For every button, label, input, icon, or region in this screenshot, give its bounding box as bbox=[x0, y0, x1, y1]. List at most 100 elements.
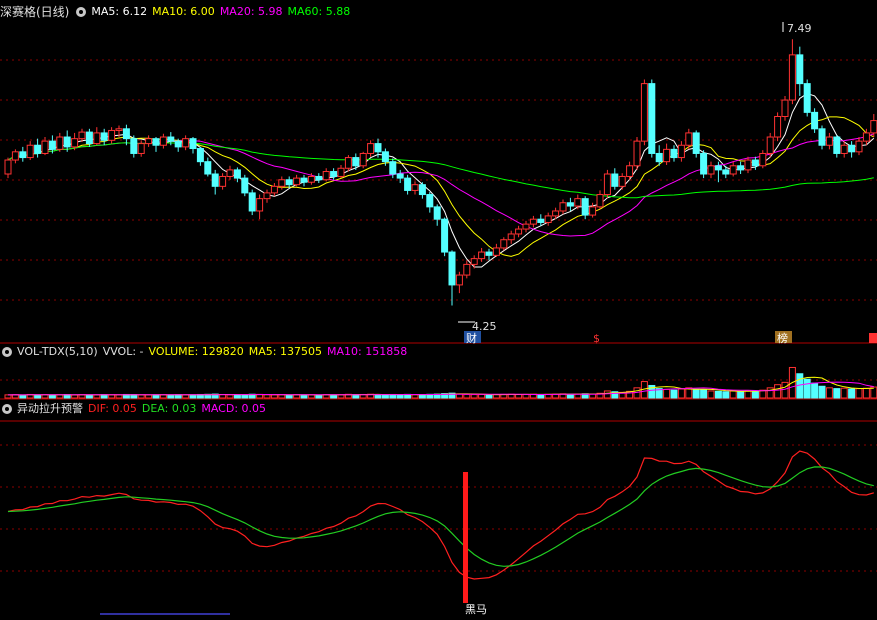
candle[interactable] bbox=[441, 218, 449, 253]
volume-bar[interactable] bbox=[85, 394, 93, 399]
volume-bar[interactable] bbox=[833, 388, 841, 399]
volume-bar[interactable] bbox=[537, 394, 545, 399]
candle[interactable] bbox=[596, 194, 604, 208]
volume-bar[interactable] bbox=[692, 388, 700, 399]
candle[interactable] bbox=[707, 165, 715, 175]
candle[interactable] bbox=[855, 140, 863, 153]
volume-bar[interactable] bbox=[670, 389, 678, 399]
candle[interactable] bbox=[626, 165, 634, 177]
candle[interactable] bbox=[818, 128, 826, 146]
candle[interactable] bbox=[633, 140, 641, 167]
dollar-marker[interactable]: $ bbox=[593, 332, 600, 345]
candle[interactable] bbox=[618, 175, 626, 187]
candle[interactable] bbox=[537, 218, 545, 223]
candle[interactable] bbox=[685, 132, 693, 146]
candle[interactable] bbox=[182, 138, 190, 148]
volume-bar[interactable] bbox=[381, 394, 389, 399]
candle[interactable] bbox=[781, 99, 789, 117]
candle[interactable] bbox=[404, 177, 412, 191]
volume-bar[interactable] bbox=[470, 394, 478, 399]
candle[interactable] bbox=[307, 175, 315, 183]
candle[interactable] bbox=[611, 173, 619, 187]
candle[interactable] bbox=[352, 157, 360, 167]
candle[interactable] bbox=[411, 184, 419, 191]
volume-bar[interactable] bbox=[115, 394, 123, 399]
volume-bar[interactable] bbox=[48, 394, 56, 399]
candle[interactable] bbox=[108, 129, 116, 141]
volume-bar[interactable] bbox=[478, 393, 486, 399]
volume-bar[interactable] bbox=[167, 394, 175, 399]
candle[interactable] bbox=[78, 131, 86, 140]
candle[interactable] bbox=[256, 198, 264, 212]
volume-bar[interactable] bbox=[566, 393, 574, 399]
candle[interactable] bbox=[811, 111, 819, 130]
candle[interactable] bbox=[862, 132, 870, 142]
candle[interactable] bbox=[174, 140, 182, 148]
volume-bar[interactable] bbox=[300, 394, 308, 399]
candle[interactable] bbox=[566, 202, 574, 207]
volume-bar[interactable] bbox=[781, 381, 789, 399]
candle[interactable] bbox=[714, 165, 722, 171]
volume-bar[interactable] bbox=[418, 394, 426, 399]
candle[interactable] bbox=[559, 202, 567, 212]
candle[interactable] bbox=[322, 171, 330, 181]
candle[interactable] bbox=[737, 165, 745, 171]
candle[interactable] bbox=[507, 233, 515, 241]
candle[interactable] bbox=[552, 210, 560, 217]
candle[interactable] bbox=[648, 83, 656, 154]
candle[interactable] bbox=[848, 144, 856, 153]
candle[interactable] bbox=[241, 177, 249, 194]
volume-bar[interactable] bbox=[93, 394, 101, 399]
candle[interactable] bbox=[11, 151, 19, 161]
candle[interactable] bbox=[589, 206, 597, 216]
candle[interactable] bbox=[381, 151, 389, 163]
candle[interactable] bbox=[825, 136, 833, 146]
candle[interactable] bbox=[56, 136, 64, 150]
volume-bar[interactable] bbox=[729, 390, 737, 399]
candle[interactable] bbox=[48, 140, 56, 150]
candle[interactable] bbox=[285, 179, 293, 186]
volume-bar[interactable] bbox=[270, 394, 278, 399]
candle[interactable] bbox=[167, 136, 175, 142]
candle[interactable] bbox=[211, 173, 219, 187]
volume-bar[interactable] bbox=[818, 385, 826, 399]
candle[interactable] bbox=[293, 177, 301, 186]
volume-bar[interactable] bbox=[855, 388, 863, 399]
candle[interactable] bbox=[574, 198, 582, 207]
candle[interactable] bbox=[41, 140, 49, 154]
volume-bars[interactable] bbox=[4, 366, 877, 399]
macd-settings-gear-icon[interactable] bbox=[2, 404, 12, 414]
volume-bar[interactable] bbox=[315, 394, 323, 399]
candle[interactable] bbox=[4, 159, 12, 175]
volume-bar[interactable] bbox=[34, 394, 42, 399]
candle[interactable] bbox=[455, 274, 463, 286]
candle[interactable] bbox=[692, 132, 700, 154]
candle[interactable] bbox=[196, 148, 204, 163]
candle[interactable] bbox=[840, 144, 848, 154]
volume-bar[interactable] bbox=[722, 391, 730, 399]
candle[interactable] bbox=[19, 151, 27, 159]
volume-bar[interactable] bbox=[515, 393, 523, 399]
candle[interactable] bbox=[374, 143, 382, 153]
candle[interactable] bbox=[137, 143, 145, 154]
volume-bar[interactable] bbox=[182, 394, 190, 399]
candle[interactable] bbox=[145, 138, 153, 145]
volume-bar[interactable] bbox=[737, 390, 745, 399]
candle[interactable] bbox=[788, 54, 796, 101]
candle[interactable] bbox=[529, 218, 537, 225]
volume-bar[interactable] bbox=[219, 394, 227, 399]
candle[interactable] bbox=[751, 159, 759, 167]
volume-bar[interactable] bbox=[263, 394, 271, 399]
candle[interactable] bbox=[448, 251, 456, 286]
volume-bar[interactable] bbox=[825, 387, 833, 399]
candle[interactable] bbox=[270, 185, 278, 194]
candle[interactable] bbox=[344, 157, 352, 169]
volume-bar[interactable] bbox=[137, 394, 145, 399]
candle[interactable] bbox=[670, 148, 678, 159]
candle[interactable] bbox=[744, 159, 752, 171]
volume-bar[interactable] bbox=[396, 394, 404, 399]
volume-bar[interactable] bbox=[226, 394, 234, 399]
candle[interactable] bbox=[833, 136, 841, 154]
volume-bar[interactable] bbox=[848, 388, 856, 399]
candle[interactable] bbox=[640, 83, 648, 142]
